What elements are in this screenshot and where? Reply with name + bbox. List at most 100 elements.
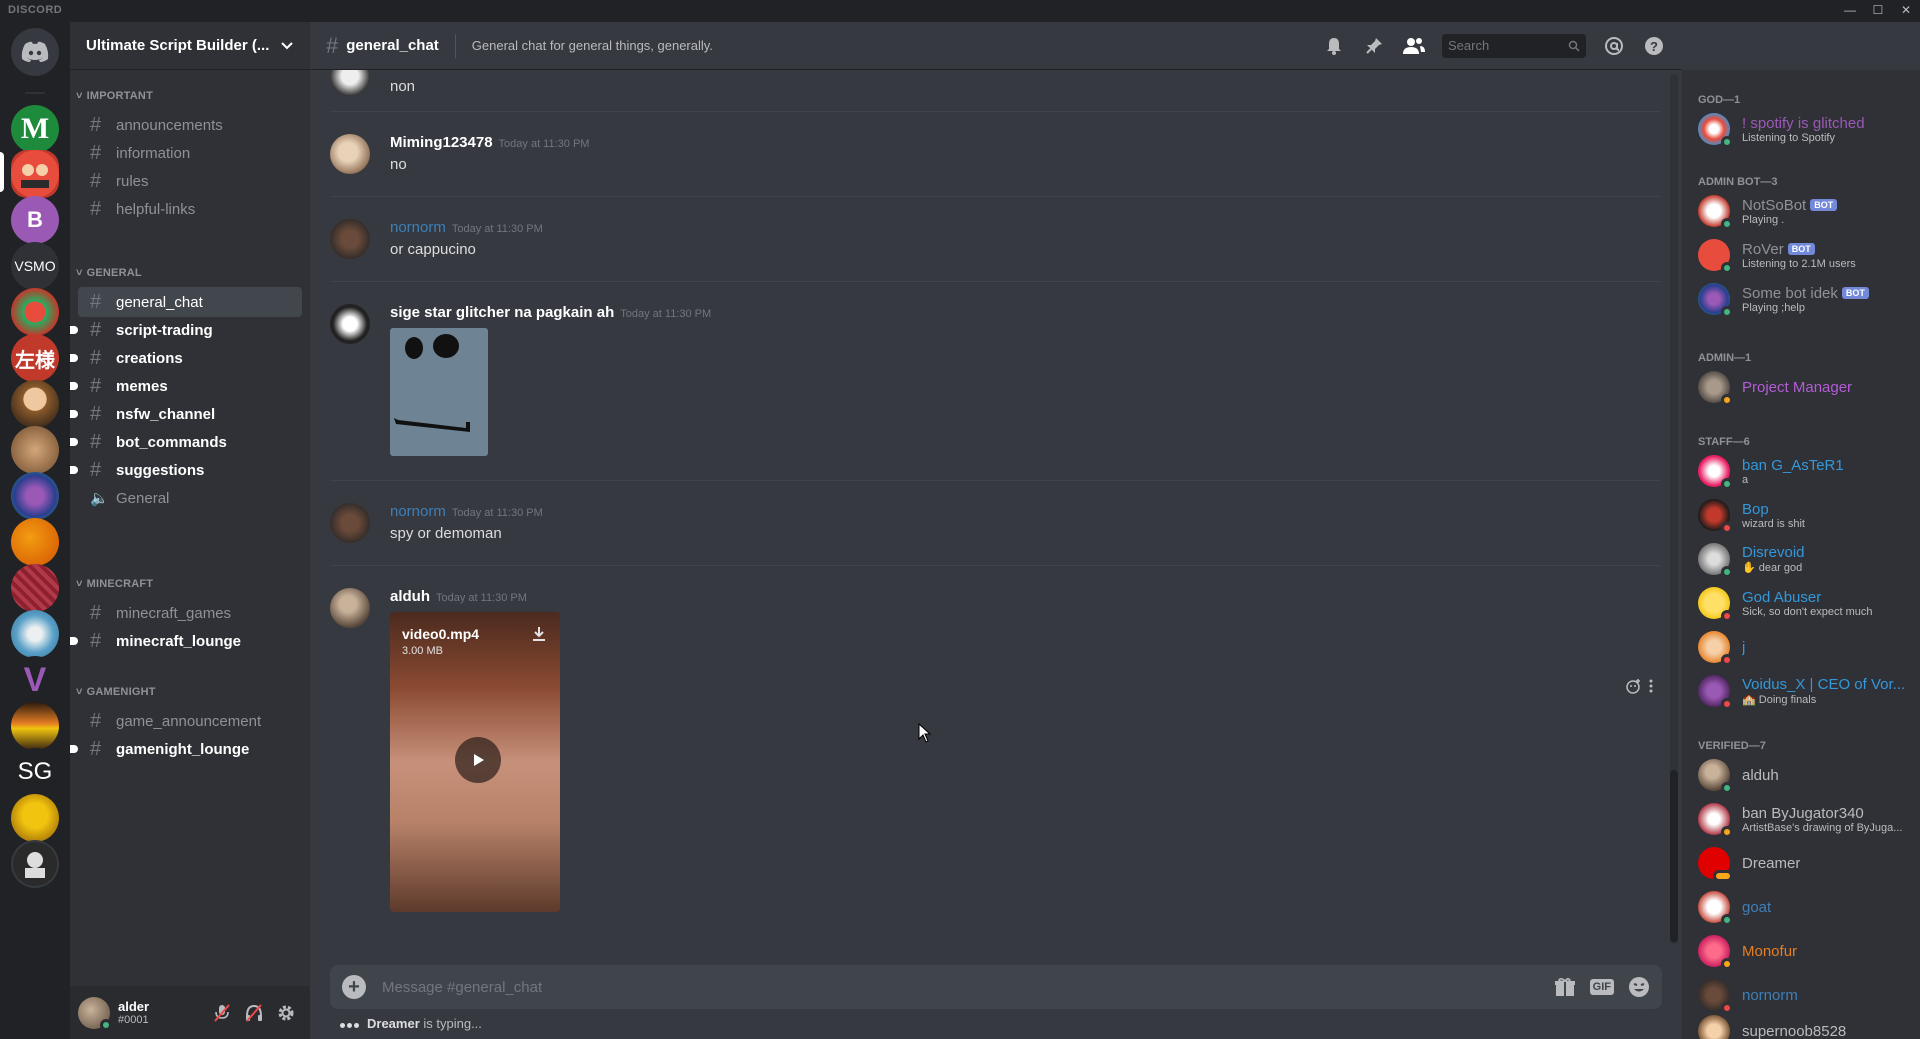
channel-helpful-links[interactable]: # helpful-links: [78, 194, 302, 224]
emoji-icon: [1629, 977, 1649, 997]
member-item[interactable]: alduh: [1690, 754, 1916, 796]
avatar[interactable]: [330, 134, 370, 174]
member-item[interactable]: Dreamer: [1690, 842, 1916, 884]
server-icon-orange[interactable]: [11, 518, 59, 566]
server-icon-dark[interactable]: [11, 840, 59, 888]
server-icon-star[interactable]: [11, 472, 59, 520]
server-icon-cartoon[interactable]: [11, 794, 59, 842]
server-icon-blur[interactable]: [11, 426, 59, 474]
close-button[interactable]: ✕: [1892, 0, 1920, 22]
server-icon-b[interactable]: B: [11, 196, 59, 244]
channel-minecraft-games[interactable]: # minecraft_games: [78, 598, 302, 628]
gift-icon: [1554, 977, 1575, 996]
avatar[interactable]: [330, 304, 370, 344]
server-icon-vsmo[interactable]: VSMO: [11, 242, 59, 290]
avatar[interactable]: [330, 70, 370, 96]
more-options-icon[interactable]: [1648, 678, 1654, 694]
server-icon-m[interactable]: M: [11, 105, 59, 153]
member-item[interactable]: j: [1690, 626, 1916, 668]
server-icon-fire[interactable]: [11, 702, 59, 750]
member-item[interactable]: ban G_AsTeR1 a: [1690, 450, 1916, 492]
channel-script-trading[interactable]: # script-trading: [70, 315, 302, 345]
channel-suggestions[interactable]: # suggestions: [70, 455, 302, 485]
search-input[interactable]: Search: [1442, 33, 1586, 58]
message-author[interactable]: nornorm: [390, 503, 446, 520]
member-list-button[interactable]: [1402, 34, 1426, 58]
user-settings-button[interactable]: [270, 997, 302, 1029]
member-item[interactable]: NotSoBot BOT Playing .: [1690, 190, 1916, 232]
member-name: God Abuser: [1742, 588, 1822, 606]
message-text: spy or demoman: [390, 525, 502, 542]
mute-mic-button[interactable]: [206, 997, 238, 1029]
maximize-button[interactable]: ☐: [1864, 0, 1892, 22]
deafen-button[interactable]: [238, 997, 270, 1029]
upload-button[interactable]: +: [342, 975, 366, 999]
play-button[interactable]: [455, 737, 501, 783]
download-button[interactable]: [532, 626, 546, 647]
member-item[interactable]: ! spotify is glitched Listening to Spotif…: [1690, 108, 1916, 150]
category-general[interactable]: ˅ GENERAL: [76, 267, 142, 279]
server-icon-active[interactable]: [11, 150, 59, 198]
channel-rules[interactable]: # rules: [78, 166, 302, 196]
home-button[interactable]: [11, 28, 59, 76]
avatar[interactable]: [78, 996, 112, 1031]
message-input[interactable]: [382, 978, 1540, 996]
category-important[interactable]: ˅ IMPORTANT: [76, 90, 153, 102]
video-attachment[interactable]: video0.mp4 3.00 MB: [390, 612, 560, 912]
member-item[interactable]: goat: [1690, 886, 1916, 928]
member-item[interactable]: Monofur: [1690, 930, 1916, 972]
message-author[interactable]: alduh: [390, 588, 430, 605]
channel-game-announcement[interactable]: # game_announcement: [78, 706, 302, 736]
guild-header[interactable]: Ultimate Script Builder (...: [70, 22, 310, 70]
channel-creations[interactable]: # creations: [70, 343, 302, 373]
mentions-button[interactable]: [1602, 34, 1626, 58]
avatar[interactable]: [330, 588, 370, 628]
channel-memes[interactable]: # memes: [70, 371, 302, 401]
user-info[interactable]: alder #0001: [118, 999, 206, 1026]
emoji-button[interactable]: [1628, 976, 1650, 998]
online-status-icon: [1721, 478, 1733, 490]
message-list[interactable]: non Miming123478 Today at 11:30 PM no nor…: [310, 70, 1682, 950]
member-item[interactable]: Project Manager: [1690, 366, 1916, 408]
server-icon-blue[interactable]: [11, 610, 59, 658]
member-item[interactable]: supernoob8528: [1690, 1010, 1916, 1039]
member-item[interactable]: Bop wizard is shit: [1690, 494, 1916, 536]
member-item[interactable]: Voidus_X | CEO of Vor... 🏫 Doing finals: [1690, 670, 1916, 712]
member-item[interactable]: God Abuser Sick, so don't expect much: [1690, 582, 1916, 624]
message-author[interactable]: nornorm: [390, 219, 446, 236]
member-item[interactable]: Some bot idek BOT Playing ;help: [1690, 278, 1916, 320]
avatar[interactable]: [330, 219, 370, 259]
message-author[interactable]: Miming123478: [390, 134, 493, 151]
channel-gamenight-lounge[interactable]: # gamenight_lounge: [70, 734, 302, 764]
pinned-messages-button[interactable]: [1362, 34, 1386, 58]
server-icon-sg[interactable]: SG: [11, 748, 59, 796]
member-item[interactable]: Disrevoid ✋ dear god: [1690, 538, 1916, 580]
voice-channel-general[interactable]: 🔈 General: [78, 483, 302, 513]
gif-button[interactable]: GIF: [1589, 979, 1614, 995]
member-item[interactable]: ban ByJugator340 ArtistBase's drawing of …: [1690, 798, 1916, 840]
channel-announcements[interactable]: # announcements: [78, 110, 302, 140]
server-icon-portrait[interactable]: [11, 380, 59, 428]
channel-general-chat[interactable]: # general_chat: [78, 287, 302, 317]
notifications-button[interactable]: [1322, 34, 1346, 58]
help-button[interactable]: ?: [1642, 34, 1666, 58]
category-minecraft[interactable]: ˅ MINECRAFT: [76, 578, 153, 590]
scrollbar-thumb[interactable]: [1670, 770, 1678, 942]
channel-nsfw[interactable]: # nsfw_channel: [70, 399, 302, 429]
category-gamenight[interactable]: ˅ GAMENIGHT: [76, 686, 156, 698]
image-attachment[interactable]: [390, 328, 488, 456]
microphone-muted-icon: [214, 1003, 230, 1022]
avatar[interactable]: [330, 503, 370, 543]
member-item[interactable]: RoVer BOT Listening to 2.1M users: [1690, 234, 1916, 276]
channel-bot-commands[interactable]: # bot_commands: [70, 427, 302, 457]
server-icon-v[interactable]: V: [11, 656, 59, 704]
message-author[interactable]: sige star glitcher na pagkain ah: [390, 304, 614, 321]
gift-button[interactable]: [1554, 977, 1576, 997]
server-icon-kanji[interactable]: 左様: [11, 334, 59, 382]
server-icon-wreath[interactable]: [11, 288, 59, 336]
channel-minecraft-lounge[interactable]: # minecraft_lounge: [70, 626, 302, 656]
add-reaction-icon[interactable]: [1626, 678, 1642, 694]
minimize-button[interactable]: —: [1836, 0, 1864, 22]
channel-information[interactable]: # information: [78, 138, 302, 168]
server-icon-pattern[interactable]: [11, 564, 59, 612]
